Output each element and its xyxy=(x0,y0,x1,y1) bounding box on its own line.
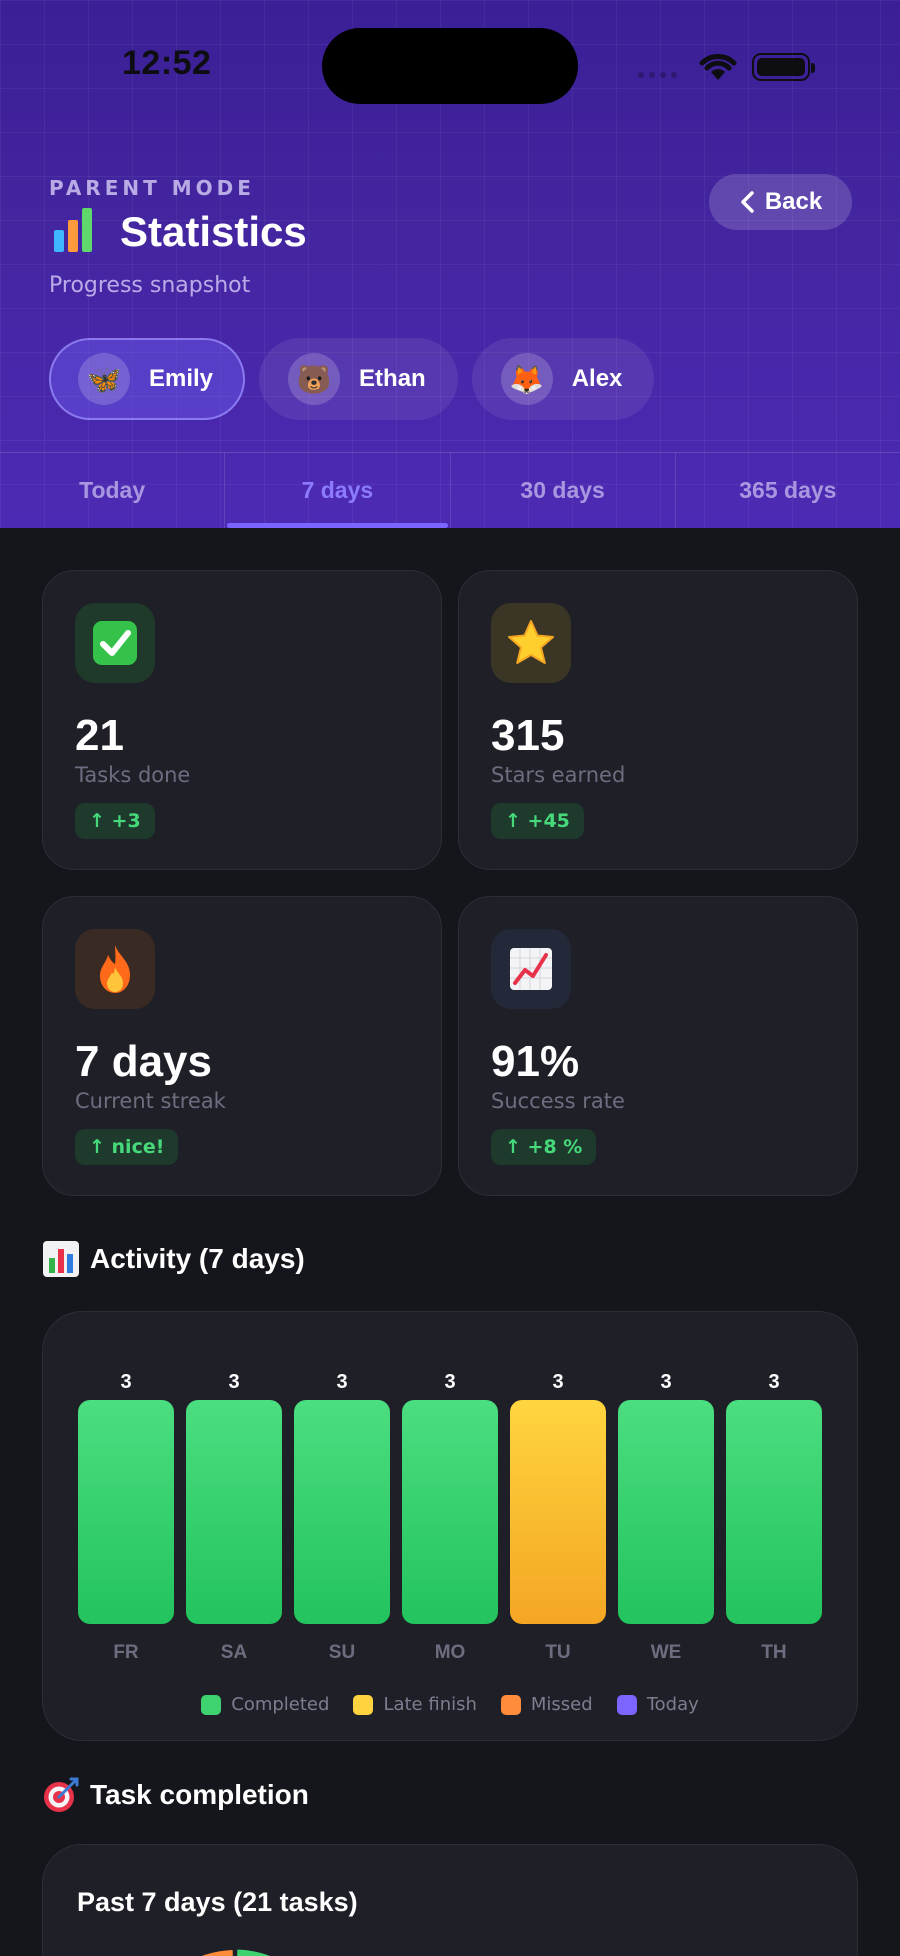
legend-swatch xyxy=(616,1694,637,1715)
status-bar: 12:52 xyxy=(0,0,900,130)
child-name: Ethan xyxy=(359,365,426,392)
child-name: Alex xyxy=(571,365,623,392)
x-tick-label: FR xyxy=(113,1642,139,1663)
fire-icon xyxy=(75,929,155,1009)
stat-value: 21 xyxy=(75,711,124,760)
bar-value-label: 3 xyxy=(228,1371,239,1393)
dynamic-island xyxy=(322,28,578,104)
signal-dots-icon xyxy=(638,72,677,78)
tab-30-days[interactable]: 30 days xyxy=(449,453,675,528)
checkmark-icon xyxy=(75,603,155,683)
section-title-text: Task completion xyxy=(90,1779,309,1810)
trend-badge: ↑ nice! xyxy=(75,1129,179,1165)
tab-365-days[interactable]: 365 days xyxy=(674,453,900,528)
child-selector: 🦋 Emily 🐻 Ethan 🦊 Alex xyxy=(49,338,655,420)
fox-avatar-icon: 🦊 xyxy=(500,353,553,405)
legend-label: Completed xyxy=(231,1694,330,1715)
legend-swatch xyxy=(353,1694,374,1715)
chart-bar-su xyxy=(294,1400,390,1624)
stat-value: 91% xyxy=(491,1037,580,1086)
completion-card-title: Past 7 days (21 tasks) xyxy=(77,1887,358,1917)
period-tabs: Today 7 days 30 days 365 days xyxy=(0,452,900,528)
bar-value-label: 3 xyxy=(336,1371,347,1393)
bar-value-label: 3 xyxy=(444,1371,455,1393)
legend-label: Today xyxy=(646,1694,699,1715)
legend-item-missed: Missed xyxy=(500,1694,593,1715)
legend-label: Late finish xyxy=(383,1694,477,1715)
star-icon xyxy=(491,603,571,683)
bear-avatar-icon: 🐻 xyxy=(288,353,341,405)
stat-label: Success rate xyxy=(491,1089,625,1113)
wifi-icon xyxy=(699,54,737,80)
completion-card: Past 7 days (21 tasks) xyxy=(42,1844,858,1956)
chart-bar-we xyxy=(618,1400,714,1624)
page-subtitle: Progress snapshot xyxy=(49,273,251,298)
legend-swatch xyxy=(201,1694,222,1715)
chart-bar-fr xyxy=(78,1400,174,1624)
stat-card-stars: 315 Stars earned ↑ +45 xyxy=(458,570,858,870)
butterfly-avatar-icon: 🦋 xyxy=(78,353,130,405)
back-label: Back xyxy=(764,188,823,215)
legend-item-late: Late finish xyxy=(353,1694,477,1715)
bar-value-label: 3 xyxy=(768,1371,779,1393)
stat-value: 315 xyxy=(491,711,565,760)
chart-bar-mo xyxy=(402,1400,498,1624)
legend-label: Missed xyxy=(530,1694,593,1715)
activity-bar-chart: 3 FR 3 SA 3 SU 3 MO 3 TU 3 WE 3 TH xyxy=(78,1371,822,1663)
chart-bar-tu xyxy=(510,1400,606,1624)
bar-chart-icon xyxy=(43,1241,79,1277)
section-title-text: Activity (7 days) xyxy=(90,1243,305,1274)
legend-item-completed: Completed xyxy=(201,1694,329,1715)
target-icon xyxy=(44,1777,79,1812)
tab-today[interactable]: Today xyxy=(0,453,224,528)
child-tab-ethan[interactable]: 🐻 Ethan xyxy=(259,338,458,420)
stat-value: 7 days xyxy=(75,1037,212,1086)
completion-section-title: Task completion xyxy=(42,1776,309,1814)
tab-7-days[interactable]: 7 days xyxy=(224,453,449,528)
chart-bar-sa xyxy=(186,1400,282,1624)
bar-value-label: 3 xyxy=(660,1371,671,1393)
bar-value-label: 3 xyxy=(552,1371,563,1393)
chart-legend: Completed Late finish Missed Today xyxy=(43,1694,857,1715)
stat-card-tasks: 21 Tasks done ↑ +3 xyxy=(42,570,442,870)
bar-chart-icon xyxy=(54,208,94,256)
x-tick-label: SU xyxy=(329,1642,355,1663)
stat-label: Current streak xyxy=(75,1089,226,1113)
trend-badge: ↑ +45 xyxy=(491,803,584,839)
chart-bar-th xyxy=(726,1400,822,1624)
child-name: Emily xyxy=(149,365,214,392)
trend-chart-icon xyxy=(491,929,571,1009)
legend-item-today: Today xyxy=(616,1694,699,1715)
legend-swatch xyxy=(500,1694,521,1715)
page-title-row: Statistics xyxy=(54,208,307,256)
battery-icon xyxy=(752,53,815,81)
stat-card-success: 91% Success rate ↑ +8 % xyxy=(458,896,858,1196)
child-tab-alex[interactable]: 🦊 Alex xyxy=(471,338,655,420)
activity-section-title: Activity (7 days) xyxy=(42,1240,305,1278)
page-title: Statistics xyxy=(120,208,307,255)
header: 12:52 PARENT MODE Statistics Progress sn… xyxy=(0,0,900,528)
trend-badge: ↑ +3 xyxy=(75,803,155,839)
stat-label: Stars earned xyxy=(491,763,626,787)
stat-card-streak: 7 days Current streak ↑ nice! xyxy=(42,896,442,1196)
x-tick-label: TU xyxy=(545,1642,570,1663)
x-tick-label: WE xyxy=(651,1642,682,1663)
completion-donut-chart xyxy=(201,1949,270,1956)
stat-label: Tasks done xyxy=(75,763,191,787)
x-tick-label: SA xyxy=(221,1642,248,1663)
mode-label: PARENT MODE xyxy=(49,176,255,200)
chevron-left-icon xyxy=(741,191,754,213)
back-button[interactable]: Back xyxy=(709,174,852,230)
activity-chart-card: 3 FR 3 SA 3 SU 3 MO 3 TU 3 WE 3 TH Completed Late fin… xyxy=(42,1311,858,1741)
status-time: 12:52 xyxy=(122,44,212,82)
bar-value-label: 3 xyxy=(120,1371,131,1393)
x-tick-label: MO xyxy=(435,1642,466,1663)
child-tab-emily[interactable]: 🦋 Emily xyxy=(49,338,246,420)
x-tick-label: TH xyxy=(761,1642,786,1663)
trend-badge: ↑ +8 % xyxy=(491,1129,597,1165)
